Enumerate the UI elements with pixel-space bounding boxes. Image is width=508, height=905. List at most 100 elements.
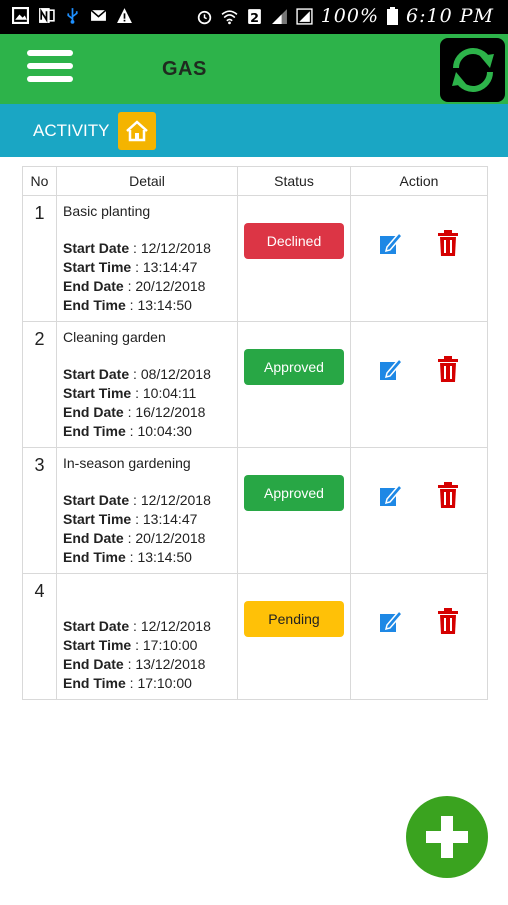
end-time-label: End Time <box>63 549 126 565</box>
end-date-label: End Date <box>63 656 124 672</box>
activity-title: In-season gardening <box>63 455 191 471</box>
row-number: 3 <box>22 447 57 574</box>
activity-title: Cleaning garden <box>63 329 166 345</box>
wifi-icon <box>221 9 238 24</box>
start-date-line: Start Date : 12/12/2018 <box>63 240 211 256</box>
row-number: 4 <box>22 573 57 700</box>
row-status: Declined <box>237 195 351 322</box>
start-date-label: Start Date <box>63 492 130 508</box>
table-row: 4 Start Date : 12/12/2018 Start Time : 17:… <box>22 573 488 700</box>
row-detail: Start Date : 12/12/2018 Start Time : 17:1… <box>56 573 238 700</box>
clock: 6:10 PM <box>406 5 494 27</box>
end-time-label: End Time <box>63 423 126 439</box>
refresh-button[interactable] <box>440 38 505 102</box>
activity-label: ACTIVITY <box>33 121 110 140</box>
table-row: 2 Cleaning garden Start Date : 08/12/2018 S… <box>22 321 488 448</box>
start-date-label: Start Date <box>63 366 130 382</box>
status-bar: 2 100% 6:10 PM <box>0 0 508 34</box>
table-row: 3 In-season gardening Start Date : 12/12/2… <box>22 447 488 574</box>
signal-icon <box>271 8 287 24</box>
onenote-icon <box>39 8 55 23</box>
alarm-icon <box>197 10 211 24</box>
column-header-status: Status <box>237 166 351 196</box>
image-icon <box>12 7 29 24</box>
end-date-label: End Date <box>63 404 124 420</box>
row-detail: Basic planting Start Date : 12/12/2018 Sta… <box>56 195 238 322</box>
status-badge[interactable]: Approved <box>244 475 344 511</box>
edit-icon[interactable] <box>378 482 404 508</box>
row-status: Approved <box>237 447 351 574</box>
end-time-value: 17:10:00 <box>137 675 192 691</box>
column-header-detail: Detail <box>56 166 238 196</box>
trash-icon[interactable] <box>437 230 459 256</box>
start-date-value: 12/12/2018 <box>140 240 211 256</box>
column-header-action: Action <box>350 166 488 196</box>
end-time-line: End Time : 10:04:30 <box>63 423 192 439</box>
end-time-value: 13:14:50 <box>137 549 192 565</box>
status-badge[interactable]: Approved <box>244 349 344 385</box>
activity-title <box>63 581 237 601</box>
start-date-line: Start Date : 12/12/2018 <box>63 618 211 634</box>
end-date-line: End Date : 20/12/2018 <box>63 530 206 546</box>
row-actions <box>350 447 488 574</box>
start-time-line: Start Time : 10:04:11 <box>63 385 197 401</box>
end-date-value: 20/12/2018 <box>135 278 206 294</box>
start-time-line: Start Time : 13:14:47 <box>63 259 198 275</box>
notification-icons <box>12 7 133 24</box>
warning-icon <box>117 8 132 23</box>
end-time-line: End Time : 13:14:50 <box>63 297 192 313</box>
start-date-value: 08/12/2018 <box>140 366 211 382</box>
start-time-value: 10:04:11 <box>142 385 197 401</box>
home-icon <box>126 120 148 142</box>
end-date-value: 13/12/2018 <box>135 656 206 672</box>
hamburger-menu-icon[interactable] <box>27 50 73 84</box>
trash-icon[interactable] <box>437 608 459 634</box>
start-date-label: Start Date <box>63 618 130 634</box>
row-actions <box>350 573 488 700</box>
status-badge[interactable]: Pending <box>244 601 344 637</box>
edit-icon[interactable] <box>378 608 404 634</box>
table-header-row: No Detail Status Action <box>22 166 488 196</box>
start-time-label: Start Time <box>63 259 132 275</box>
edit-icon[interactable] <box>378 230 404 256</box>
start-date-value: 12/12/2018 <box>140 492 211 508</box>
row-actions <box>350 195 488 322</box>
add-activity-button[interactable] <box>406 796 488 878</box>
end-date-label: End Date <box>63 278 124 294</box>
trash-icon[interactable] <box>437 356 459 382</box>
start-date-line: Start Date : 08/12/2018 <box>63 366 211 382</box>
refresh-icon <box>451 48 494 92</box>
start-time-label: Start Time <box>63 385 132 401</box>
end-date-line: End Date : 13/12/2018 <box>63 656 206 672</box>
activity-bar: ACTIVITY <box>0 104 508 157</box>
app-header: GAS <box>0 34 508 104</box>
row-status: Pending <box>237 573 351 700</box>
activity-title: Basic planting <box>63 203 151 219</box>
row-status: Approved <box>237 321 351 448</box>
start-time-value: 13:14:47 <box>142 259 198 275</box>
start-time-value: 13:14:47 <box>142 511 198 527</box>
start-time-label: Start Time <box>63 637 132 653</box>
status-badge[interactable]: Declined <box>244 223 344 259</box>
start-date-value: 12/12/2018 <box>140 618 211 634</box>
sim2-icon: 2 <box>247 8 261 25</box>
end-date-value: 20/12/2018 <box>135 530 206 546</box>
plus-icon <box>426 816 468 858</box>
table-row: 1 Basic planting Start Date : 12/12/2018 St… <box>22 195 488 322</box>
start-time-label: Start Time <box>63 511 132 527</box>
system-icons: 2 100% 6:10 PM <box>196 5 494 27</box>
row-number: 1 <box>22 195 57 322</box>
signal-icon <box>296 7 313 25</box>
trash-icon[interactable] <box>437 482 459 508</box>
end-date-label: End Date <box>63 530 124 546</box>
battery-level: 100% <box>320 5 380 27</box>
end-time-line: End Time : 13:14:50 <box>63 549 192 565</box>
home-button[interactable] <box>118 112 156 150</box>
battery-icon <box>387 7 399 25</box>
end-time-label: End Time <box>63 297 126 313</box>
svg-text:2: 2 <box>250 10 259 24</box>
column-header-no: No <box>22 166 57 196</box>
start-time-line: Start Time : 17:10:00 <box>63 637 198 653</box>
edit-icon[interactable] <box>378 356 404 382</box>
row-number: 2 <box>22 321 57 448</box>
